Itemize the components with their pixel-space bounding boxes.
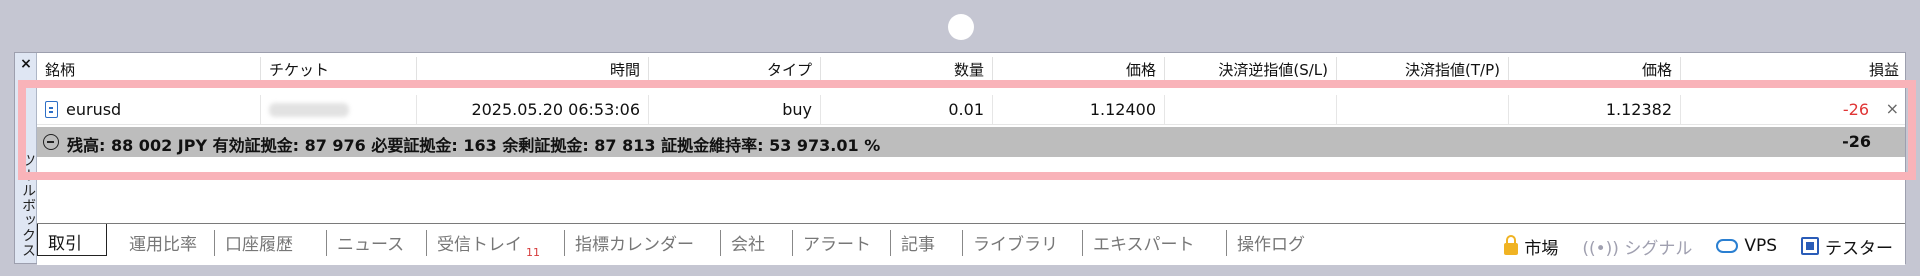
cell-sl[interactable] bbox=[1165, 95, 1337, 124]
table-header: 銘柄 チケット 時間 タイプ 数量 価格 決済逆指値(S/L) 決済指値(T/P… bbox=[37, 57, 1905, 81]
column-header-profit[interactable]: 損益 bbox=[1681, 57, 1907, 80]
column-header-sl[interactable]: 決済逆指値(S/L) bbox=[1165, 57, 1337, 80]
column-header-volume[interactable]: 数量 bbox=[821, 57, 993, 80]
column-header-symbol[interactable]: 銘柄 bbox=[37, 57, 261, 80]
tab-label: 受信トレイ bbox=[437, 235, 522, 255]
tab-exposure[interactable]: 運用比率 bbox=[119, 230, 215, 256]
toolbox-side-strip: × ツールボックス bbox=[15, 53, 37, 263]
tab-label: 指標カレンダー bbox=[575, 235, 694, 255]
tab-experts[interactable]: エキスパート bbox=[1083, 230, 1227, 256]
tab-label: 会社 bbox=[731, 235, 765, 255]
cell-ticket bbox=[261, 95, 417, 124]
market-button[interactable]: 市場 bbox=[1504, 234, 1558, 259]
close-position-button[interactable]: × bbox=[1886, 99, 1899, 118]
cell-open-price: 1.12400 bbox=[993, 95, 1165, 124]
tab-mailbox[interactable]: 受信トレイ 11 bbox=[427, 230, 565, 259]
vps-label: VPS bbox=[1744, 236, 1777, 256]
tester-button[interactable]: テスター bbox=[1801, 234, 1893, 259]
signals-label: ((•)) シグナル bbox=[1582, 238, 1693, 259]
tab-library[interactable]: ライブラリ bbox=[963, 230, 1083, 256]
tester-label: テスター bbox=[1825, 238, 1893, 259]
symbol-text: eurusd bbox=[66, 100, 122, 119]
summary-total-profit: -26 bbox=[1842, 132, 1871, 151]
signals-button[interactable]: ((•)) シグナル bbox=[1582, 234, 1692, 259]
lock-icon bbox=[1504, 235, 1519, 255]
close-toolbox-button[interactable]: × bbox=[15, 55, 37, 73]
market-label: 市場 bbox=[1524, 238, 1559, 259]
vps-button[interactable]: VPS bbox=[1716, 236, 1777, 256]
mailbox-count-badge: 11 bbox=[526, 246, 540, 259]
blurred-ticket bbox=[269, 102, 349, 117]
cell-tp[interactable] bbox=[1337, 95, 1509, 124]
tab-history[interactable]: 口座履歴 bbox=[215, 230, 327, 256]
tab-label: エキスパート bbox=[1093, 235, 1195, 255]
column-header-type[interactable]: タイプ bbox=[649, 57, 821, 80]
tab-label: 記事 bbox=[901, 235, 935, 255]
toolbox-title: ツールボックス bbox=[20, 153, 36, 258]
cell-type: buy bbox=[649, 95, 821, 124]
account-summary-row: 残高: 88 002 JPY 有効証拠金: 87 976 必要証拠金: 163 … bbox=[37, 127, 1905, 157]
tab-journal[interactable]: 操作ログ bbox=[1227, 230, 1337, 256]
tab-alerts[interactable]: アラート bbox=[793, 230, 891, 256]
tab-trade[interactable]: 取引 bbox=[37, 224, 107, 256]
tab-articles[interactable]: 記事 bbox=[891, 230, 963, 256]
column-header-price[interactable]: 価格 bbox=[993, 57, 1165, 80]
column-header-current-price[interactable]: 価格 bbox=[1509, 57, 1681, 80]
account-summary-text: 残高: 88 002 JPY 有効証拠金: 87 976 必要証拠金: 163 … bbox=[67, 136, 881, 155]
tab-label: ライブラリ bbox=[973, 235, 1058, 255]
document-icon bbox=[45, 101, 58, 118]
column-header-ticket[interactable]: チケット bbox=[261, 57, 417, 80]
tab-label: 操作ログ bbox=[1237, 235, 1305, 255]
cloud-icon bbox=[1716, 239, 1739, 253]
tab-label: アラート bbox=[803, 235, 871, 255]
chip-icon bbox=[1801, 237, 1819, 255]
cell-symbol: eurusd bbox=[37, 95, 261, 124]
tab-calendar[interactable]: 指標カレンダー bbox=[565, 230, 721, 256]
column-header-tp[interactable]: 決済指値(T/P) bbox=[1337, 57, 1509, 80]
cell-profit: -26 bbox=[1842, 100, 1869, 119]
cell-current-price: 1.12382 bbox=[1509, 95, 1681, 124]
table-row[interactable]: eurusd 2025.05.20 06:53:06 buy 0.01 1.12… bbox=[37, 95, 1905, 125]
bottom-right-items: 市場 ((•)) シグナル VPS テスター bbox=[1480, 234, 1893, 259]
tab-label: 運用比率 bbox=[129, 235, 197, 255]
cell-volume: 0.01 bbox=[821, 95, 993, 124]
tab-label: ニュース bbox=[337, 235, 405, 255]
collapse-icon[interactable] bbox=[43, 134, 59, 150]
tab-company[interactable]: 会社 bbox=[721, 230, 793, 256]
trade-table: 銘柄 チケット 時間 タイプ 数量 価格 決済逆指値(S/L) 決済指値(T/P… bbox=[37, 53, 1905, 223]
bottom-tabs-bar: 取引 運用比率 口座履歴 ニュース 受信トレイ 11 指標カレンダー 会社 アラー… bbox=[37, 223, 1905, 265]
tab-news[interactable]: ニュース bbox=[327, 230, 427, 256]
cell-time: 2025.05.20 06:53:06 bbox=[417, 95, 649, 124]
toolbox-panel: × ツールボックス 銘柄 チケット 時間 タイプ 数量 価格 決済逆指値(S/L… bbox=[14, 52, 1906, 265]
window-drag-dot bbox=[948, 14, 974, 40]
tab-label: 取引 bbox=[48, 234, 82, 254]
column-header-time[interactable]: 時間 bbox=[417, 57, 649, 80]
tab-label: 口座履歴 bbox=[225, 235, 293, 255]
